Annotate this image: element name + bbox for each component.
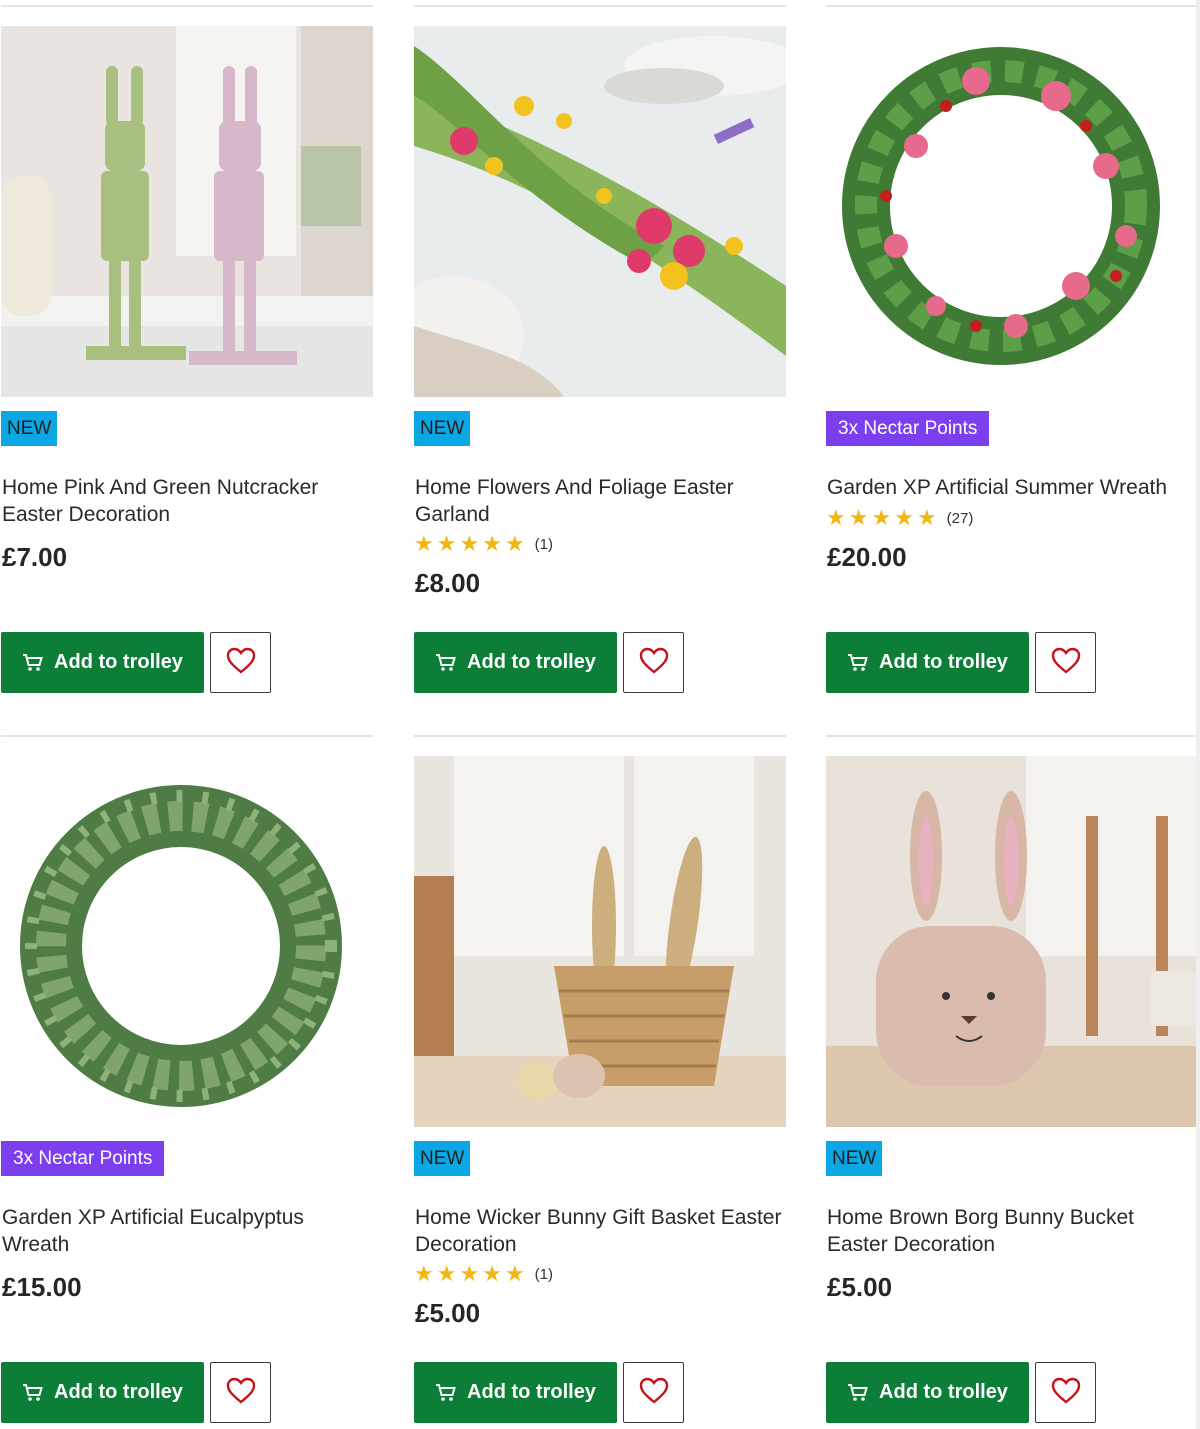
favourite-button[interactable] — [623, 1362, 684, 1423]
product-price: £5.00 — [827, 1272, 893, 1302]
star-icon: ★ — [826, 505, 846, 530]
review-count[interactable]: (1) — [535, 1266, 553, 1283]
product-price: £20.00 — [827, 542, 907, 572]
product-image[interactable] — [1, 26, 373, 397]
nectar-points-badge: 3x Nectar Points — [1, 1141, 165, 1176]
add-to-trolley-label: Add to trolley — [879, 651, 1008, 673]
heart-icon — [639, 647, 669, 678]
star-rating: ★ ★ ★ ★ ★ — [414, 533, 525, 555]
product-title[interactable]: Home Flowers And Foliage Easter Garland — [415, 474, 785, 528]
star-icon: ★ — [848, 505, 869, 530]
product-price: £7.00 — [2, 542, 68, 572]
heart-icon — [226, 647, 256, 678]
add-to-trolley-label: Add to trolley — [467, 651, 596, 673]
heart-icon — [1051, 647, 1081, 678]
heart-icon — [226, 1377, 256, 1408]
trolley-icon — [847, 1383, 869, 1403]
rating: ★ ★ ★ ★ ★ (1) — [414, 1263, 553, 1285]
new-badge: NEW — [414, 1141, 471, 1176]
star-icon: ★ — [459, 1261, 480, 1286]
star-icon: ★ — [871, 505, 892, 530]
trolley-icon — [22, 653, 44, 673]
add-to-trolley-button[interactable]: Add to trolley — [826, 632, 1029, 693]
review-count[interactable]: (1) — [535, 536, 553, 553]
rating: ★ ★ ★ ★ ★ (1) — [414, 533, 553, 555]
trolley-icon — [435, 1383, 457, 1403]
add-to-trolley-label: Add to trolley — [879, 1381, 1008, 1403]
product-title[interactable]: Garden XP Artificial Eucalpyptus Wreath — [2, 1204, 372, 1258]
favourite-button[interactable] — [210, 632, 271, 693]
add-to-trolley-label: Add to trolley — [54, 1381, 183, 1403]
add-to-trolley-label: Add to trolley — [54, 651, 183, 673]
new-badge: NEW — [826, 1141, 883, 1176]
favourite-button[interactable] — [210, 1362, 271, 1423]
trolley-icon — [435, 653, 457, 673]
add-to-trolley-button[interactable]: Add to trolley — [414, 1362, 617, 1423]
add-to-trolley-button[interactable]: Add to trolley — [1, 1362, 204, 1423]
new-badge: NEW — [1, 411, 58, 446]
star-icon: ★ — [894, 505, 914, 530]
star-icon: ★ — [504, 1261, 525, 1286]
product-image[interactable] — [826, 26, 1198, 397]
trolley-icon — [847, 653, 869, 673]
product-image[interactable] — [826, 756, 1198, 1127]
divider — [826, 735, 1198, 737]
star-icon: ★ — [436, 1261, 457, 1286]
product-price: £5.00 — [415, 1298, 481, 1328]
product-image[interactable] — [414, 26, 786, 397]
star-icon: ★ — [459, 531, 480, 556]
star-icon: ★ — [414, 1261, 434, 1286]
divider — [1, 5, 373, 7]
star-icon: ★ — [436, 531, 457, 556]
add-to-trolley-button[interactable]: Add to trolley — [1, 632, 204, 693]
star-icon: ★ — [414, 531, 434, 556]
favourite-button[interactable] — [1035, 1362, 1096, 1423]
trolley-icon — [22, 1383, 44, 1403]
product-image[interactable] — [414, 756, 786, 1127]
product-price: £8.00 — [415, 568, 481, 598]
add-to-trolley-label: Add to trolley — [467, 1381, 596, 1403]
divider — [414, 735, 786, 737]
star-icon: ★ — [482, 531, 502, 556]
new-badge: NEW — [414, 411, 471, 446]
favourite-button[interactable] — [623, 632, 684, 693]
rating: ★ ★ ★ ★ ★ (27) — [826, 507, 973, 529]
favourite-button[interactable] — [1035, 632, 1096, 693]
star-rating: ★ ★ ★ ★ ★ — [414, 1263, 525, 1285]
heart-icon — [639, 1377, 669, 1408]
review-count[interactable]: (27) — [947, 510, 974, 527]
add-to-trolley-button[interactable]: Add to trolley — [414, 632, 617, 693]
product-image[interactable] — [1, 756, 373, 1127]
star-icon: ★ — [504, 531, 525, 556]
add-to-trolley-button[interactable]: Add to trolley — [826, 1362, 1029, 1423]
star-rating: ★ ★ ★ ★ ★ — [826, 507, 937, 529]
product-title[interactable]: Home Wicker Bunny Gift Basket Easter Dec… — [415, 1204, 785, 1258]
scrollbar[interactable] — [1196, 0, 1200, 1429]
product-title[interactable]: Home Brown Borg Bunny Bucket Easter Deco… — [827, 1204, 1197, 1258]
product-price: £15.00 — [2, 1272, 82, 1302]
product-title[interactable]: Home Pink And Green Nutcracker Easter De… — [2, 474, 372, 528]
divider — [826, 5, 1198, 7]
star-icon: ★ — [482, 1261, 502, 1286]
divider — [414, 5, 786, 7]
heart-icon — [1051, 1377, 1081, 1408]
product-title[interactable]: Garden XP Artificial Summer Wreath — [827, 474, 1197, 501]
nectar-points-badge: 3x Nectar Points — [826, 411, 990, 446]
divider — [1, 735, 373, 737]
star-icon: ★ — [916, 505, 937, 530]
